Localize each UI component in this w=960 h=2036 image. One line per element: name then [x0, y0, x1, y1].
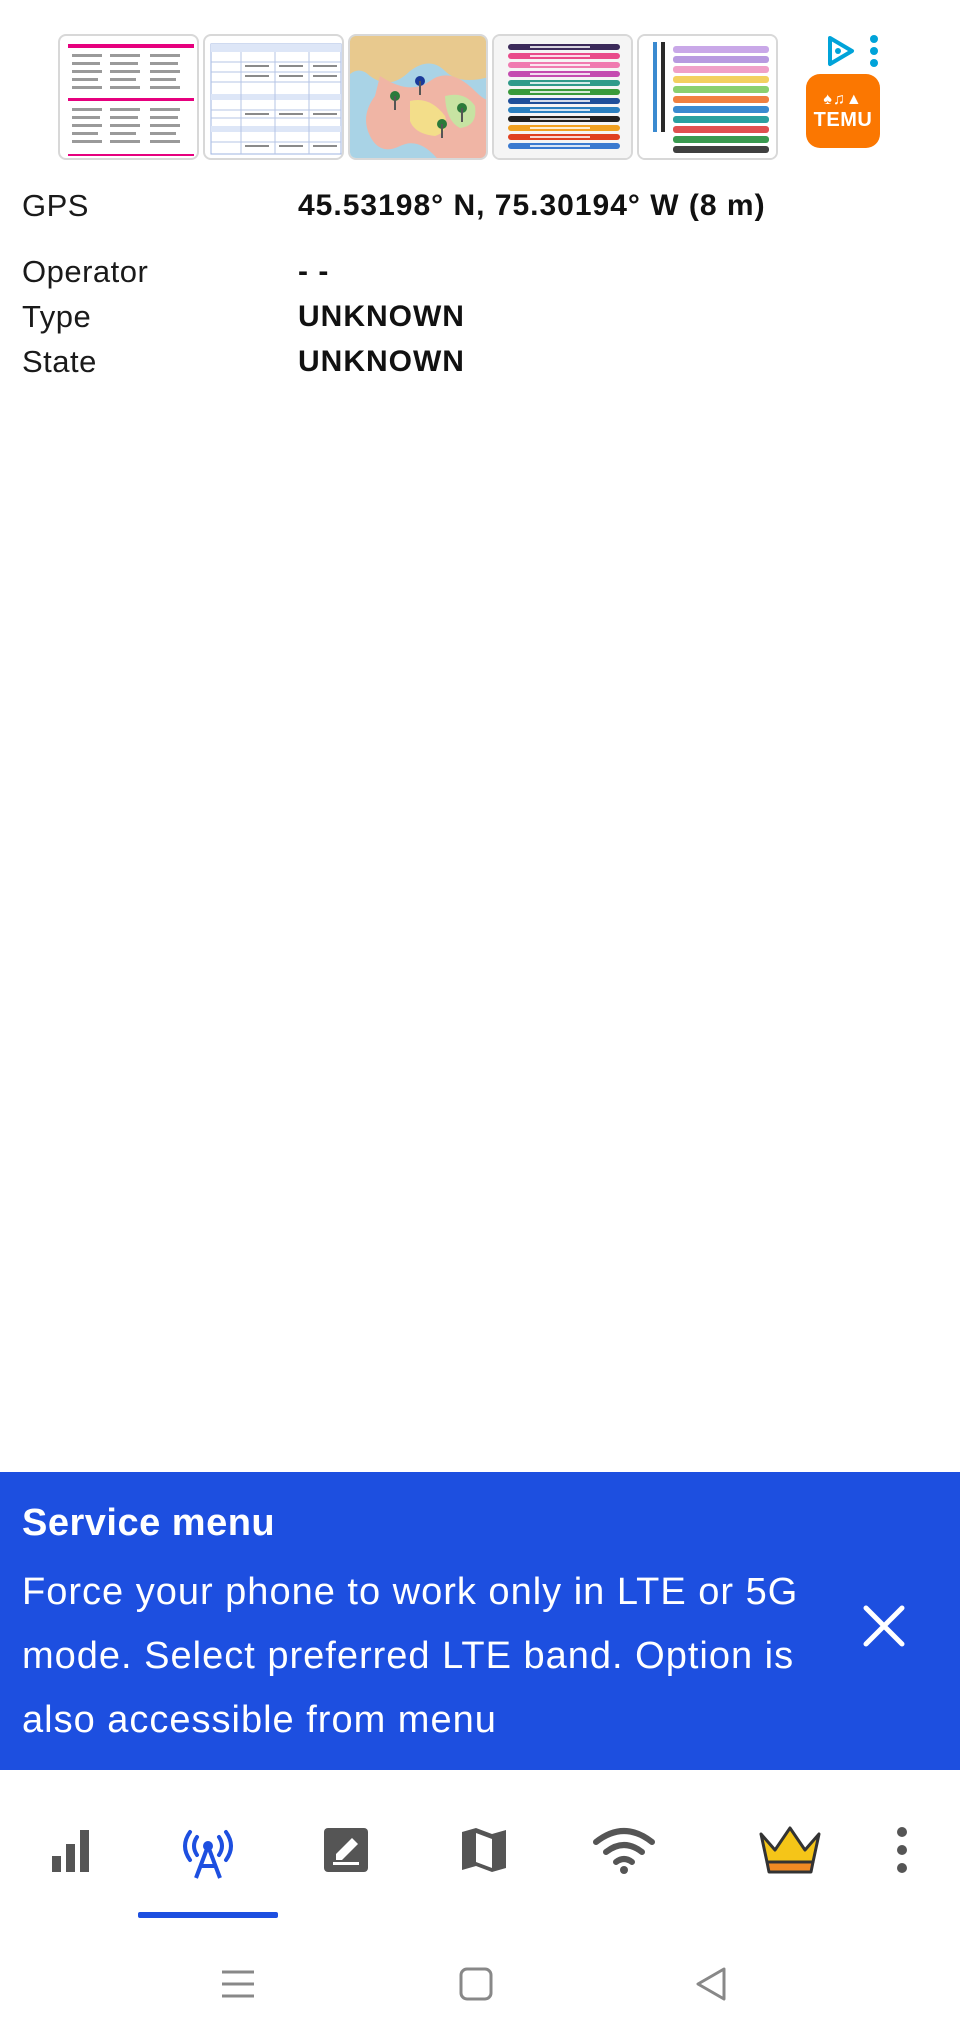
- state-value: UNKNOWN: [298, 345, 465, 378]
- crown-icon: [759, 1826, 821, 1874]
- ad-choices[interactable]: [824, 34, 880, 73]
- system-navigation-bar: [0, 1920, 960, 2036]
- type-label: Type: [22, 299, 92, 334]
- edit-note-icon: [324, 1828, 368, 1872]
- gps-label: GPS: [22, 188, 89, 223]
- back-button[interactable]: [682, 1954, 742, 2014]
- ad-thumbnail[interactable]: [347, 34, 489, 160]
- home-square-icon: [459, 1967, 493, 2001]
- close-icon: [863, 1605, 905, 1647]
- nav-more[interactable]: [862, 1810, 942, 1890]
- state-label: State: [22, 344, 97, 379]
- nav-signal[interactable]: [30, 1810, 110, 1890]
- type-row: Type UNKNOWN: [22, 297, 922, 337]
- app-screen: ♠♫▲ TEMU GPS 45.53198° N, 75.30194° W (8…: [0, 0, 960, 2036]
- service-menu-text: Force your phone to work only in LTE or …: [22, 1571, 799, 1741]
- temu-logo[interactable]: ♠♫▲ TEMU: [806, 74, 880, 148]
- operator-label: Operator: [22, 254, 149, 289]
- state-row: State UNKNOWN: [22, 342, 922, 382]
- ad-banner[interactable]: [58, 34, 778, 160]
- gps-row: GPS 45.53198° N, 75.30194° W (8 m): [22, 186, 922, 226]
- service-menu-banner[interactable]: Service menu Force your phone to work on…: [0, 1472, 960, 1770]
- ad-choices-icon[interactable]: [824, 34, 858, 73]
- nav-cell-tower[interactable]: [168, 1810, 248, 1890]
- ad-thumbnail[interactable]: [58, 34, 199, 160]
- close-button[interactable]: [856, 1598, 912, 1654]
- nav-log[interactable]: [306, 1810, 386, 1890]
- ad-thumbnail[interactable]: [202, 34, 344, 160]
- nav-premium[interactable]: [750, 1810, 830, 1890]
- wifi-icon: [593, 1828, 655, 1874]
- home-button[interactable]: [446, 1954, 506, 2014]
- more-vertical-icon: [897, 1827, 907, 1873]
- antenna-icon: [183, 1830, 233, 1879]
- ad-thumbnail[interactable]: [492, 34, 634, 160]
- gps-value: 45.53198° N, 75.30194° W (8 m): [298, 189, 766, 222]
- menu-lines-icon: [222, 1970, 254, 1998]
- type-value: UNKNOWN: [298, 300, 465, 333]
- nav-wifi[interactable]: [584, 1810, 664, 1890]
- service-menu-title: Service menu: [22, 1502, 276, 1544]
- active-tab-indicator: [138, 1912, 278, 1918]
- temu-logo-symbols: ♠♫▲: [823, 90, 863, 108]
- nav-map[interactable]: [444, 1810, 524, 1890]
- ad-options-icon[interactable]: [868, 34, 880, 73]
- temu-logo-text: TEMU: [813, 108, 873, 131]
- recent-apps-button[interactable]: [208, 1954, 268, 2014]
- map-icon: [462, 1828, 506, 1872]
- bottom-navigation: [0, 1770, 960, 1920]
- back-triangle-icon: [696, 1967, 726, 2001]
- operator-value: - -: [298, 255, 330, 288]
- signal-bars-icon: [52, 1830, 89, 1872]
- operator-row: Operator - -: [22, 252, 922, 292]
- ad-thumbnail[interactable]: [637, 34, 778, 160]
